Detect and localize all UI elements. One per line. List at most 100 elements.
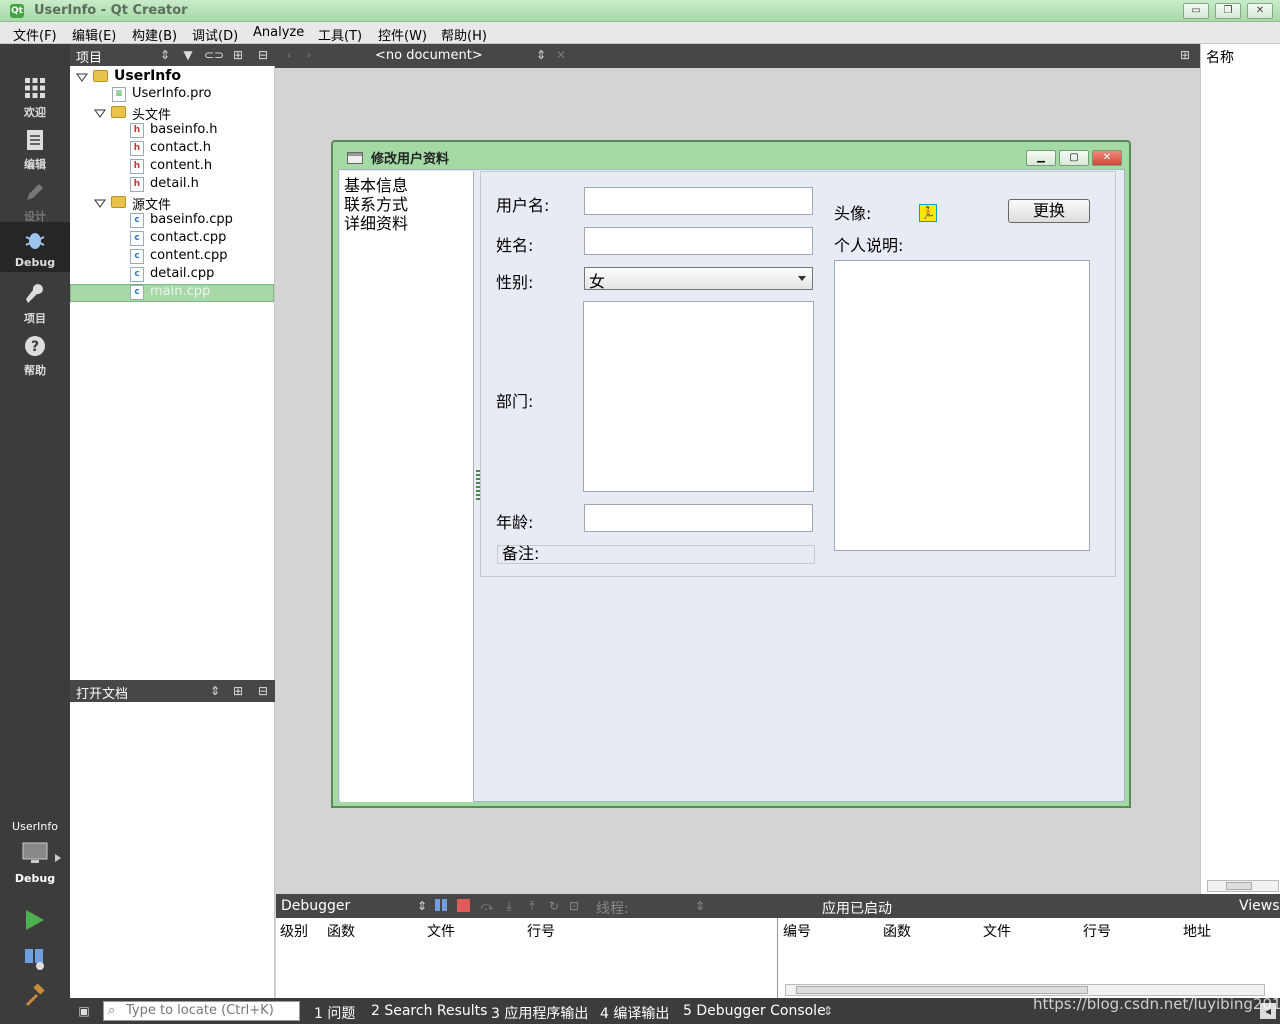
more-tabs-arrows-icon[interactable]: ⇕ [820, 1003, 836, 1019]
scrollbar-thumb[interactable] [796, 986, 1088, 994]
stack-column-header[interactable]: 函数 [327, 921, 355, 941]
close-pane-icon[interactable]: ⊟ [255, 47, 271, 63]
step-out-icon[interactable]: ⤒ [524, 898, 540, 914]
debugger-selector[interactable]: Debugger [281, 898, 350, 914]
close-pane-icon[interactable]: ⊟ [255, 683, 271, 699]
change-avatar-button[interactable]: 更换 [1008, 199, 1090, 223]
window-titlebar[interactable]: Qt UserInfo - Qt Creator ▭ ❐ ✕ [0, 0, 1280, 22]
name-input[interactable] [584, 227, 813, 255]
menu-window[interactable]: 控件(W) [378, 25, 427, 44]
menu-help[interactable]: 帮助(H) [441, 25, 487, 44]
stack-column-header[interactable]: 文件 [427, 921, 455, 941]
mode-help[interactable]: ? 帮助 [0, 328, 70, 378]
tree-item-header[interactable]: h baseinfo.h [70, 122, 274, 140]
document-selector[interactable]: <no document> [375, 48, 483, 63]
step-into-icon[interactable]: ⤓ [501, 898, 517, 914]
age-input[interactable] [584, 504, 813, 532]
nav-list[interactable]: 基本信息 联系方式 详细资料 [340, 171, 474, 802]
dialog-maximize-button[interactable]: ▢ [1059, 150, 1089, 166]
menu-tools[interactable]: 工具(T) [318, 25, 362, 44]
gender-select[interactable]: 女 [584, 267, 813, 291]
kit-project-name[interactable]: UserInfo [0, 820, 70, 833]
restore-button[interactable]: ❐ [1215, 3, 1241, 19]
locator-input[interactable]: ⌕ Type to locate (Ctrl+K) [103, 1001, 300, 1021]
filter-icon[interactable]: ▼ [180, 47, 196, 63]
kit-build-mode[interactable]: Debug [0, 872, 70, 885]
continue-icon[interactable] [434, 898, 450, 914]
threads-view[interactable]: 编号 函数 文件 行号 地址 [779, 918, 1280, 998]
output-tab-debugger-console[interactable]: 5 Debugger Console [683, 1003, 826, 1019]
mode-debug[interactable]: Debug [0, 222, 70, 272]
department-list[interactable] [583, 301, 814, 492]
split-icon[interactable]: ⊞ [230, 683, 246, 699]
dialog-minimize-button[interactable]: ▁ [1026, 150, 1056, 166]
tree-item-pro-file[interactable]: ≡ UserInfo.pro [70, 86, 274, 104]
close-button[interactable]: ✕ [1247, 3, 1273, 19]
views-button[interactable]: Views [1239, 898, 1280, 914]
expand-arrow-icon[interactable] [76, 72, 88, 84]
mode-design[interactable]: 设计 [0, 174, 70, 224]
tree-item-source[interactable]: c baseinfo.cpp [70, 212, 274, 230]
nav-item-details[interactable]: 详细资料 [344, 210, 408, 234]
debug-run-icon[interactable] [23, 947, 47, 971]
menu-analyze[interactable]: Analyze [253, 25, 304, 40]
pane-selector-arrows-icon[interactable]: ⇕ [157, 47, 173, 63]
split-icon[interactable]: ⊞ [230, 47, 246, 63]
tree-item-source[interactable]: c content.cpp [70, 248, 274, 266]
output-tab-compile-output[interactable]: 4 编译输出 [600, 1003, 669, 1023]
open-docs-list[interactable] [70, 702, 275, 998]
link-icon[interactable]: ⊂⊃ [204, 47, 224, 63]
toggle-sidebar-icon[interactable]: ▣ [76, 1003, 92, 1019]
selector-arrows-icon[interactable]: ⇕ [414, 898, 430, 914]
bio-textarea[interactable] [834, 260, 1090, 551]
tree-item-source[interactable]: c detail.cpp [70, 266, 274, 284]
reverse-icon[interactable]: ⊡ [566, 898, 582, 914]
step-over-icon[interactable]: ⤼ [479, 898, 495, 914]
scrollbar-thumb[interactable] [1226, 882, 1252, 890]
tree-folder-headers[interactable]: 头文件 [70, 104, 274, 123]
mode-projects[interactable]: 项目 [0, 276, 70, 326]
stack-column-header[interactable]: 行号 [527, 921, 555, 941]
tree-item-header[interactable]: h content.h [70, 158, 274, 176]
threads-column-header[interactable]: 编号 [783, 921, 811, 941]
tree-item-header[interactable]: h contact.h [70, 140, 274, 158]
minimize-button[interactable]: ▭ [1183, 3, 1209, 19]
threads-column-header[interactable]: 文件 [983, 921, 1011, 941]
expand-arrow-icon[interactable] [94, 198, 106, 210]
mode-edit[interactable]: 编辑 [0, 122, 70, 172]
tree-root-userinfo[interactable]: UserInfo [70, 68, 274, 86]
output-tab-search-results[interactable]: 2 Search Results [371, 1003, 487, 1019]
menu-build[interactable]: 构建(B) [132, 25, 177, 44]
expand-arrow-icon[interactable] [94, 108, 106, 120]
menu-file[interactable]: 文件(F) [13, 25, 57, 44]
close-document-icon[interactable]: ✕ [553, 47, 569, 63]
tree-item-source[interactable]: c contact.cpp [70, 230, 274, 248]
output-tab-application-output[interactable]: 3 应用程序输出 [491, 1003, 588, 1023]
mode-welcome[interactable]: 欢迎 [0, 70, 70, 120]
tree-folder-sources[interactable]: 源文件 [70, 194, 274, 213]
stack-column-header[interactable]: 级别 [280, 921, 308, 941]
tree-item-header[interactable]: h detail.h [70, 176, 274, 194]
menu-debug[interactable]: 调试(D) [192, 25, 238, 44]
run-icon[interactable] [24, 908, 46, 932]
username-input[interactable] [584, 187, 813, 215]
pane-selector-arrows-icon[interactable]: ⇕ [207, 683, 223, 699]
menu-edit[interactable]: 编辑(E) [72, 25, 116, 44]
restart-icon[interactable]: ↻ [546, 898, 562, 914]
stack-view[interactable]: 级别 函数 文件 行号 [276, 918, 778, 998]
split-icon[interactable]: ⊞ [1177, 47, 1193, 63]
threads-column-header[interactable]: 函数 [883, 921, 911, 941]
stop-icon[interactable] [456, 898, 472, 914]
threads-column-header[interactable]: 地址 [1183, 921, 1211, 941]
back-icon[interactable]: ‹ [281, 47, 297, 63]
threads-column-header[interactable]: 行号 [1083, 921, 1111, 941]
thread-selector-arrows-icon[interactable]: ⇕ [692, 898, 708, 914]
forward-icon[interactable]: › [301, 47, 317, 63]
horizontal-scrollbar[interactable] [1207, 880, 1279, 892]
dialog-close-button[interactable]: ✕ [1092, 150, 1122, 166]
tree-item-source-selected[interactable]: c main.cpp [70, 284, 274, 302]
monitor-icon[interactable] [22, 842, 48, 866]
output-tab-issues[interactable]: 1 问题 [314, 1003, 355, 1023]
build-hammer-icon[interactable] [23, 983, 47, 1007]
selector-arrows-icon[interactable]: ⇕ [533, 47, 549, 63]
